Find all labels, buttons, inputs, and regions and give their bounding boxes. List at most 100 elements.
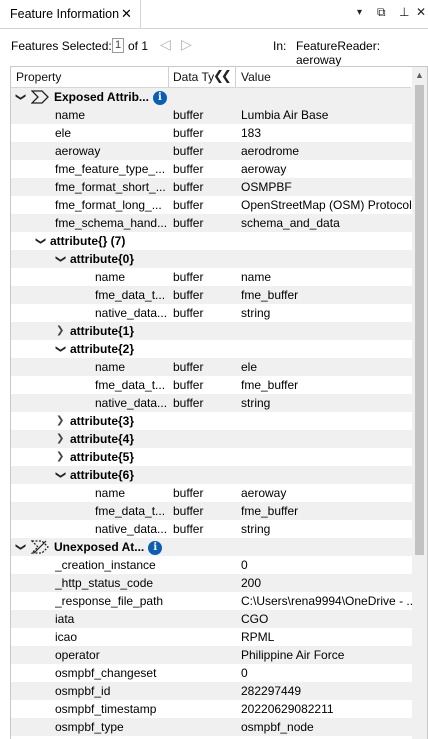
tree-node-label: attribute{3} (70, 414, 135, 428)
expand-chevron-icon[interactable]: ❯ (11, 93, 29, 101)
tree-node-row[interactable]: ❯ attribute{} (7) (11, 232, 412, 250)
group-label: Exposed Attrib... i (54, 88, 244, 106)
in-label: In: (273, 39, 287, 53)
property-name: icao (55, 630, 78, 644)
table-row[interactable]: _http_status_code 200 (11, 574, 412, 592)
data-type: buffer (173, 522, 204, 536)
column-divider[interactable] (168, 67, 169, 87)
expand-chevron-icon[interactable]: ❯ (11, 543, 29, 551)
header-data-type[interactable]: Data Ty (173, 70, 214, 84)
table-row[interactable]: osmpbf_changeset 0 (11, 664, 412, 682)
table-row[interactable]: ele buffer 183 (11, 124, 412, 142)
table-row[interactable]: name buffer aeroway (11, 484, 412, 502)
attribute-value: fme_buffer (241, 288, 299, 302)
data-type: buffer (173, 378, 204, 392)
tree-node-row[interactable]: ❯ attribute{3} (11, 412, 412, 430)
expand-chevron-icon[interactable]: ❯ (56, 430, 64, 448)
column-divider[interactable] (235, 67, 236, 87)
attribute-value: CGO (241, 612, 269, 626)
tree-node-row[interactable]: ❯ attribute{5} (11, 448, 412, 466)
next-feature-icon[interactable]: ▷ (181, 36, 192, 53)
table-row[interactable]: fme_data_t... buffer fme_buffer (11, 286, 412, 304)
data-type: buffer (173, 288, 204, 302)
info-icon[interactable]: i (148, 540, 163, 555)
expand-chevron-icon[interactable]: ❯ (56, 322, 64, 340)
table-row[interactable]: iata CGO (11, 610, 412, 628)
data-type: buffer (173, 270, 204, 284)
table-row[interactable]: fme_schema_hand... buffer schema_and_data (11, 214, 412, 232)
attribute-value: ele (241, 360, 258, 374)
float-window-icon[interactable]: ⧉ (377, 5, 386, 20)
expand-chevron-icon[interactable]: ❯ (56, 412, 64, 430)
tree-node-row[interactable]: ❯ attribute{6} (11, 466, 412, 484)
property-name: name (95, 486, 126, 500)
collapse-chevron-icon[interactable]: ❯ (31, 237, 49, 245)
table-row[interactable]: operator Philippine Air Force (11, 646, 412, 664)
table-row[interactable]: osmpbf_timestamp 20220629082211 (11, 700, 412, 718)
attribute-value: Lumbia Air Base (241, 108, 329, 122)
tree-node-row[interactable]: ❯ attribute{2} (11, 340, 412, 358)
attribute-rows: ❯ Exposed Attrib... i name buffer Lumbia Air … (11, 88, 412, 736)
property-name: native_data... (95, 306, 168, 320)
attribute-value: 282297449 (241, 684, 302, 698)
attribute-value: OpenStreetMap (OSM) Protocol (241, 198, 412, 212)
property-name: name (95, 270, 126, 284)
attribute-group-row[interactable]: ❯ Exposed Attrib... i (11, 88, 412, 106)
table-row[interactable]: osmpbf_id 282297449 (11, 682, 412, 700)
header-value[interactable]: Value (241, 70, 271, 84)
data-type: buffer (173, 216, 204, 230)
selected-feature-field[interactable]: 1 (112, 38, 124, 53)
table-row[interactable]: name buffer name (11, 268, 412, 286)
header-property[interactable]: Property (16, 70, 61, 84)
table-row[interactable]: fme_format_long_... buffer OpenStreetMap (… (11, 196, 412, 214)
scroll-up-icon[interactable]: ▲ (415, 70, 424, 80)
exposed-attributes-icon (31, 90, 49, 104)
scroll-thumb[interactable] (415, 85, 424, 555)
tree-node-row[interactable]: ❯ attribute{1} (11, 322, 412, 340)
collapse-chevron-icon[interactable]: ❯ (51, 471, 69, 479)
table-row[interactable]: native_data... buffer string (11, 520, 412, 538)
table-row[interactable]: fme_data_t... buffer fme_buffer (11, 502, 412, 520)
table-row[interactable]: native_data... buffer string (11, 304, 412, 322)
tab-feature-information[interactable]: Feature Information ✕ (0, 0, 141, 28)
vertical-scrollbar[interactable]: ▲ (412, 67, 427, 739)
tab-title: Feature Information (10, 7, 120, 21)
attribute-group-row[interactable]: ❯ Unexposed At... i (11, 538, 412, 556)
close-tab-icon[interactable]: ✕ (121, 6, 132, 22)
menu-dropdown-icon[interactable]: ▾ (357, 7, 362, 18)
table-row[interactable]: aeroway buffer aerodrome (11, 142, 412, 160)
feature-count-label: of 1 (128, 39, 149, 53)
attribute-value: string (241, 522, 271, 536)
data-type: buffer (173, 360, 204, 374)
collapse-column-icon[interactable]: ❮❮ (213, 68, 232, 84)
previous-feature-icon[interactable]: ◁ (160, 36, 171, 53)
tree-node-row[interactable]: ❯ attribute{4} (11, 430, 412, 448)
table-row[interactable]: fme_data_t... buffer fme_buffer (11, 376, 412, 394)
property-name: fme_feature_type_... (55, 162, 166, 176)
expand-chevron-icon[interactable]: ❯ (56, 448, 64, 466)
data-type: buffer (173, 198, 204, 212)
tree-node-row[interactable]: ❯ attribute{0} (11, 250, 412, 268)
tree-node-label: attribute{5} (70, 450, 135, 464)
table-row[interactable]: _creation_instance 0 (11, 556, 412, 574)
table-row[interactable]: fme_feature_type_... buffer aeroway (11, 160, 412, 178)
collapse-chevron-icon[interactable]: ❯ (51, 345, 69, 353)
title-bar: Feature Information ✕ ▾ ⧉ ⊥ ✕ (0, 0, 428, 29)
table-row[interactable]: name buffer ele (11, 358, 412, 376)
table-row[interactable]: osmpbf_type osmpbf_node (11, 718, 412, 736)
data-type: buffer (173, 126, 204, 140)
tree-node-label: attribute{} (7) (50, 234, 126, 248)
table-row[interactable]: fme_format_short_... buffer OSMPBF (11, 178, 412, 196)
attribute-value: schema_and_data (241, 216, 340, 230)
pin-icon[interactable]: ⊥ (399, 5, 409, 19)
table-row[interactable]: name buffer Lumbia Air Base (11, 106, 412, 124)
table-row[interactable]: _response_file_path C:\Users\rena9994\One… (11, 592, 412, 610)
table-row[interactable]: icao RPML (11, 628, 412, 646)
attribute-value: OSMPBF (241, 180, 292, 194)
info-icon[interactable]: i (152, 90, 167, 105)
close-window-icon[interactable]: ✕ (416, 5, 426, 19)
table-row[interactable]: native_data... buffer string (11, 394, 412, 412)
property-name: _creation_instance (55, 558, 156, 572)
property-name: fme_format_long_... (55, 198, 162, 212)
collapse-chevron-icon[interactable]: ❯ (51, 255, 69, 263)
